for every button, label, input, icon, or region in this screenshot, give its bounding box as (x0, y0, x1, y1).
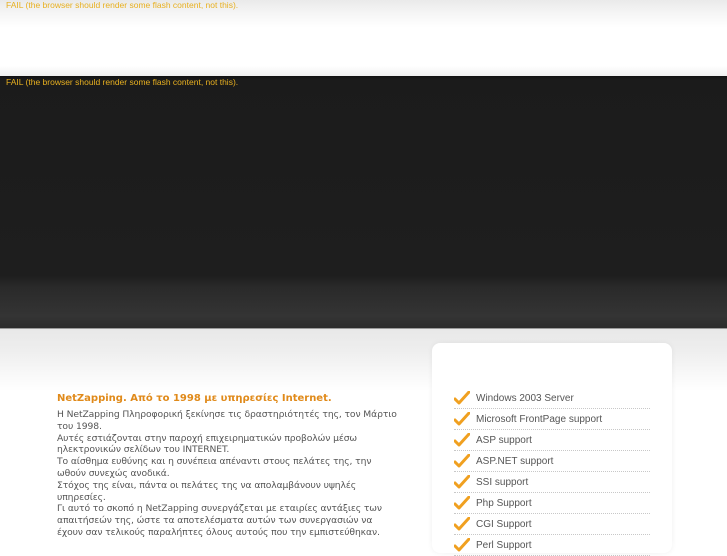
check-icon (454, 496, 470, 510)
support-item-label: SSI support (476, 476, 529, 488)
flash-fallback-banner: FAIL (the browser should render some fla… (6, 77, 239, 87)
support-list: Windows 2003 Server Microsoft FrontPage … (454, 388, 650, 556)
about-section: NetZapping. Από το 1998 με υπηρεσίες Int… (57, 393, 397, 539)
check-icon (454, 538, 470, 552)
check-icon (454, 475, 470, 489)
about-paragraph: Η NetZapping Πληροφορική ξεκίνησε τις δρ… (57, 409, 397, 432)
about-paragraph: Στόχος της είναι, πάντα οι πελάτες της ν… (57, 479, 357, 503)
flash-banner (0, 76, 727, 329)
support-item-label: Perl Support (476, 539, 532, 551)
check-icon (454, 412, 470, 426)
support-item-label: Microsoft FrontPage support (476, 413, 603, 425)
list-item: SSI support (454, 472, 650, 493)
support-item-label: Windows 2003 Server (476, 392, 574, 404)
check-icon (454, 433, 470, 447)
list-item: ASP support (454, 430, 650, 451)
support-item-label: ASP.NET support (476, 455, 554, 467)
about-title: NetZapping. Από το 1998 με υπηρεσίες Int… (57, 393, 332, 404)
list-item: Microsoft FrontPage support (454, 409, 650, 430)
check-icon (454, 454, 470, 468)
flash-fallback-header: FAIL (the browser should render some fla… (6, 0, 239, 10)
support-item-label: CGI Support (476, 518, 532, 530)
about-paragraph: Αυτές εστιάζονται στην παροχή επιχειρημα… (57, 432, 358, 456)
list-item: Php Support (454, 493, 650, 514)
about-body: Η NetZapping Πληροφορική ξεκίνησε τις δρ… (57, 409, 397, 539)
check-icon (454, 391, 470, 405)
about-paragraph: Το αίσθημα ευθύνης και η συνέπεια απέναν… (57, 456, 372, 479)
about-paragraph: Γι αυτό το σκοπό η NetZapping συνεργάζετ… (57, 503, 382, 538)
list-item: Windows 2003 Server (454, 388, 650, 409)
list-item: CGI Support (454, 514, 650, 535)
header-band (0, 0, 727, 76)
support-item-label: Php Support (476, 497, 532, 509)
support-item-label: ASP support (476, 434, 532, 446)
check-icon (454, 517, 470, 531)
list-item: ASP.NET support (454, 451, 650, 472)
list-item: Perl Support (454, 535, 650, 556)
